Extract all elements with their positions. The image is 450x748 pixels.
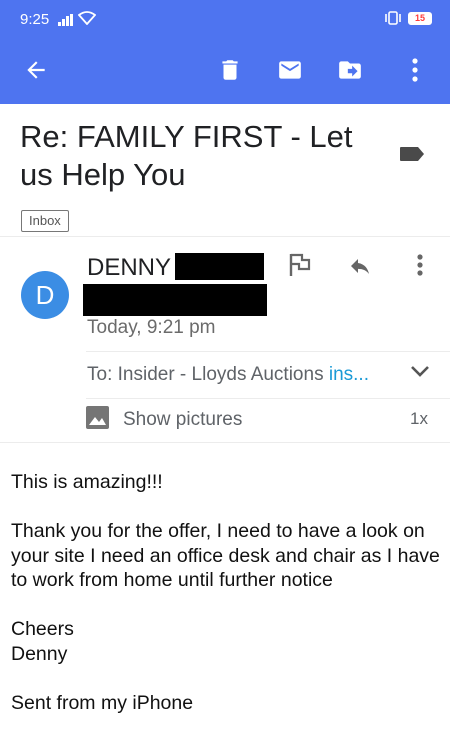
wifi-icon (78, 11, 96, 25)
divider (86, 398, 450, 399)
vibrate-icon (385, 11, 401, 25)
image-icon (86, 406, 109, 429)
divider (0, 236, 450, 237)
email-body: This is amazing!!! Thank you for the off… (11, 470, 441, 715)
redaction-bar (83, 284, 267, 316)
divider (86, 351, 450, 352)
sender-name: DENNY (87, 254, 172, 281)
signal-icon (58, 14, 76, 26)
email-subject: Re: FAMILY FIRST - Let us Help You (20, 119, 353, 192)
flag-icon[interactable] (287, 252, 313, 278)
label-icon[interactable] (399, 146, 425, 162)
app-bar (0, 36, 450, 104)
more-vert-icon[interactable] (412, 252, 428, 278)
show-pictures-link[interactable]: Show pictures (123, 408, 242, 432)
chevron-down-icon[interactable] (409, 362, 431, 382)
more-vert-icon[interactable] (401, 56, 429, 84)
body-paragraph: Thank you for the offer, I need to have … (11, 520, 440, 591)
body-line: This is amazing!!! (11, 471, 163, 493)
redaction-bar (175, 253, 264, 280)
inbox-label-chip[interactable]: Inbox (21, 210, 69, 232)
body-line: Denny (11, 642, 68, 665)
divider (0, 442, 450, 443)
status-bar: 9:25 15 (0, 0, 450, 36)
status-time: 9:25 (20, 11, 50, 28)
recipient-email: ins... (328, 364, 369, 385)
recipient-name: To: Insider - Lloyds Auctions (87, 364, 329, 385)
battery-icon: 15 (408, 12, 432, 25)
email-signature: Sent from my iPhone (11, 691, 194, 714)
message-date: Today, 9:21 pm (87, 317, 216, 338)
avatar[interactable]: D (21, 271, 69, 319)
folder-move-icon[interactable] (336, 56, 364, 84)
mail-icon[interactable] (276, 56, 304, 84)
arrow-left-icon[interactable] (22, 56, 50, 84)
body-line: Cheers (11, 618, 74, 640)
trash-icon[interactable] (216, 56, 244, 84)
reply-icon[interactable] (346, 254, 374, 278)
zoom-level[interactable]: 1x (410, 408, 428, 430)
recipient-line[interactable]: To: Insider - Lloyds Auctions ins... (87, 363, 369, 387)
